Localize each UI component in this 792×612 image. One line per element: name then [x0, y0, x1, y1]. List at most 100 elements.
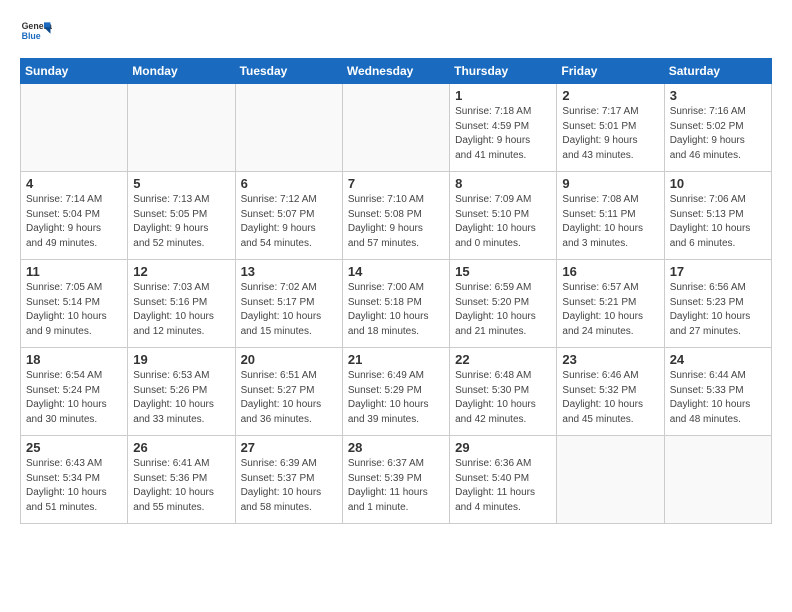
page: General Blue SundayMondayTuesdayWednesda… [0, 0, 792, 534]
calendar-cell [235, 84, 342, 172]
calendar-cell: 20 Sunrise: 6:51 AM Sunset: 5:27 PM Dayli… [235, 348, 342, 436]
calendar-cell: 22 Sunrise: 6:48 AM Sunset: 5:30 PM Dayli… [450, 348, 557, 436]
day-info: Sunrise: 6:36 AM Sunset: 5:40 PM Dayligh… [455, 457, 551, 515]
calendar-cell: 8Sunrise: 7:09 AM Sunset: 5:10 PM Daylig… [450, 172, 557, 260]
calendar-week-4: 18 Sunrise: 6:54 AM Sunset: 5:24 PM Dayli… [21, 348, 772, 436]
svg-text:Blue: Blue [22, 31, 41, 41]
day-info: Sunrise: 6:51 AM Sunset: 5:27 PM Dayligh… [241, 369, 337, 427]
calendar-cell: 25Sunrise: 6:43 AM Sunset: 5:34 PM Dayli… [21, 436, 128, 524]
day-info: Sunrise: 7:18 AM Sunset: 4:59 PM Dayligh… [455, 105, 551, 163]
calendar-cell: 9 Sunrise: 7:08 AM Sunset: 5:11 PM Daylig… [557, 172, 664, 260]
day-number: 11 [26, 264, 122, 279]
day-number: 28 [348, 440, 444, 455]
day-number: 12 [133, 264, 229, 279]
day-number: 26 [133, 440, 229, 455]
weekday-header-sunday: Sunday [21, 59, 128, 84]
day-info: Sunrise: 7:17 AM Sunset: 5:01 PM Dayligh… [562, 105, 658, 163]
day-info: Sunrise: 7:06 AM Sunset: 5:13 PM Dayligh… [670, 193, 766, 251]
day-info: Sunrise: 7:13 AM Sunset: 5:05 PM Dayligh… [133, 193, 229, 251]
day-info: Sunrise: 6:48 AM Sunset: 5:30 PM Dayligh… [455, 369, 551, 427]
logo: General Blue [20, 16, 56, 48]
day-number: 18 [26, 352, 122, 367]
calendar-cell [128, 84, 235, 172]
day-number: 16 [562, 264, 658, 279]
day-number: 14 [348, 264, 444, 279]
day-info: Sunrise: 6:56 AM Sunset: 5:23 PM Dayligh… [670, 281, 766, 339]
calendar-cell: 18 Sunrise: 6:54 AM Sunset: 5:24 PM Dayli… [21, 348, 128, 436]
day-info: Sunrise: 6:49 AM Sunset: 5:29 PM Dayligh… [348, 369, 444, 427]
day-number: 2 [562, 88, 658, 103]
calendar-cell: 29 Sunrise: 6:36 AM Sunset: 5:40 PM Dayli… [450, 436, 557, 524]
day-number: 4 [26, 176, 122, 191]
calendar-cell: 28 Sunrise: 6:37 AM Sunset: 5:39 PM Dayli… [342, 436, 449, 524]
calendar: SundayMondayTuesdayWednesdayThursdayFrid… [20, 58, 772, 524]
calendar-cell: 10 Sunrise: 7:06 AM Sunset: 5:13 PM Dayli… [664, 172, 771, 260]
weekday-header-row: SundayMondayTuesdayWednesdayThursdayFrid… [21, 59, 772, 84]
day-info: Sunrise: 6:57 AM Sunset: 5:21 PM Dayligh… [562, 281, 658, 339]
weekday-header-wednesday: Wednesday [342, 59, 449, 84]
day-number: 5 [133, 176, 229, 191]
day-number: 21 [348, 352, 444, 367]
day-info: Sunrise: 6:46 AM Sunset: 5:32 PM Dayligh… [562, 369, 658, 427]
day-info: Sunrise: 7:12 AM Sunset: 5:07 PM Dayligh… [241, 193, 337, 251]
day-info: Sunrise: 7:03 AM Sunset: 5:16 PM Dayligh… [133, 281, 229, 339]
day-info: Sunrise: 7:14 AM Sunset: 5:04 PM Dayligh… [26, 193, 122, 251]
day-number: 13 [241, 264, 337, 279]
day-number: 10 [670, 176, 766, 191]
calendar-cell: 1 Sunrise: 7:18 AM Sunset: 4:59 PM Daylig… [450, 84, 557, 172]
calendar-cell: 6 Sunrise: 7:12 AM Sunset: 5:07 PM Daylig… [235, 172, 342, 260]
day-number: 6 [241, 176, 337, 191]
calendar-cell: 19 Sunrise: 6:53 AM Sunset: 5:26 PM Dayli… [128, 348, 235, 436]
calendar-cell: 5 Sunrise: 7:13 AM Sunset: 5:05 PM Daylig… [128, 172, 235, 260]
day-info: Sunrise: 6:44 AM Sunset: 5:33 PM Dayligh… [670, 369, 766, 427]
day-info: Sunrise: 7:08 AM Sunset: 5:11 PM Dayligh… [562, 193, 658, 251]
calendar-cell: 13 Sunrise: 7:02 AM Sunset: 5:17 PM Dayli… [235, 260, 342, 348]
calendar-cell: 15Sunrise: 6:59 AM Sunset: 5:20 PM Dayli… [450, 260, 557, 348]
day-number: 7 [348, 176, 444, 191]
calendar-cell: 23 Sunrise: 6:46 AM Sunset: 5:32 PM Dayli… [557, 348, 664, 436]
day-number: 9 [562, 176, 658, 191]
calendar-cell: 21 Sunrise: 6:49 AM Sunset: 5:29 PM Dayli… [342, 348, 449, 436]
day-info: Sunrise: 6:39 AM Sunset: 5:37 PM Dayligh… [241, 457, 337, 515]
day-number: 29 [455, 440, 551, 455]
calendar-cell [664, 436, 771, 524]
calendar-week-5: 25Sunrise: 6:43 AM Sunset: 5:34 PM Dayli… [21, 436, 772, 524]
calendar-cell: 24 Sunrise: 6:44 AM Sunset: 5:33 PM Dayli… [664, 348, 771, 436]
calendar-cell: 27Sunrise: 6:39 AM Sunset: 5:37 PM Dayli… [235, 436, 342, 524]
day-info: Sunrise: 6:54 AM Sunset: 5:24 PM Dayligh… [26, 369, 122, 427]
weekday-header-monday: Monday [128, 59, 235, 84]
day-info: Sunrise: 7:09 AM Sunset: 5:10 PM Dayligh… [455, 193, 551, 251]
day-info: Sunrise: 6:53 AM Sunset: 5:26 PM Dayligh… [133, 369, 229, 427]
day-info: Sunrise: 7:00 AM Sunset: 5:18 PM Dayligh… [348, 281, 444, 339]
calendar-week-2: 4 Sunrise: 7:14 AM Sunset: 5:04 PM Daylig… [21, 172, 772, 260]
day-number: 17 [670, 264, 766, 279]
calendar-cell [21, 84, 128, 172]
day-number: 20 [241, 352, 337, 367]
weekday-header-saturday: Saturday [664, 59, 771, 84]
calendar-week-1: 1 Sunrise: 7:18 AM Sunset: 4:59 PM Daylig… [21, 84, 772, 172]
calendar-cell: 4 Sunrise: 7:14 AM Sunset: 5:04 PM Daylig… [21, 172, 128, 260]
logo-icon: General Blue [20, 16, 52, 48]
day-number: 24 [670, 352, 766, 367]
calendar-cell: 12 Sunrise: 7:03 AM Sunset: 5:16 PM Dayli… [128, 260, 235, 348]
calendar-cell: 26 Sunrise: 6:41 AM Sunset: 5:36 PM Dayli… [128, 436, 235, 524]
day-number: 23 [562, 352, 658, 367]
day-info: Sunrise: 6:37 AM Sunset: 5:39 PM Dayligh… [348, 457, 444, 515]
calendar-cell: 16 Sunrise: 6:57 AM Sunset: 5:21 PM Dayli… [557, 260, 664, 348]
day-info: Sunrise: 6:41 AM Sunset: 5:36 PM Dayligh… [133, 457, 229, 515]
calendar-cell: 3Sunrise: 7:16 AM Sunset: 5:02 PM Daylig… [664, 84, 771, 172]
day-number: 25 [26, 440, 122, 455]
calendar-week-3: 11 Sunrise: 7:05 AM Sunset: 5:14 PM Dayli… [21, 260, 772, 348]
day-number: 19 [133, 352, 229, 367]
day-number: 1 [455, 88, 551, 103]
day-info: Sunrise: 7:02 AM Sunset: 5:17 PM Dayligh… [241, 281, 337, 339]
weekday-header-friday: Friday [557, 59, 664, 84]
day-info: Sunrise: 7:16 AM Sunset: 5:02 PM Dayligh… [670, 105, 766, 163]
weekday-header-tuesday: Tuesday [235, 59, 342, 84]
day-info: Sunrise: 7:05 AM Sunset: 5:14 PM Dayligh… [26, 281, 122, 339]
calendar-cell: 2 Sunrise: 7:17 AM Sunset: 5:01 PM Daylig… [557, 84, 664, 172]
header: General Blue [20, 16, 772, 48]
day-number: 22 [455, 352, 551, 367]
calendar-cell [557, 436, 664, 524]
day-number: 15 [455, 264, 551, 279]
